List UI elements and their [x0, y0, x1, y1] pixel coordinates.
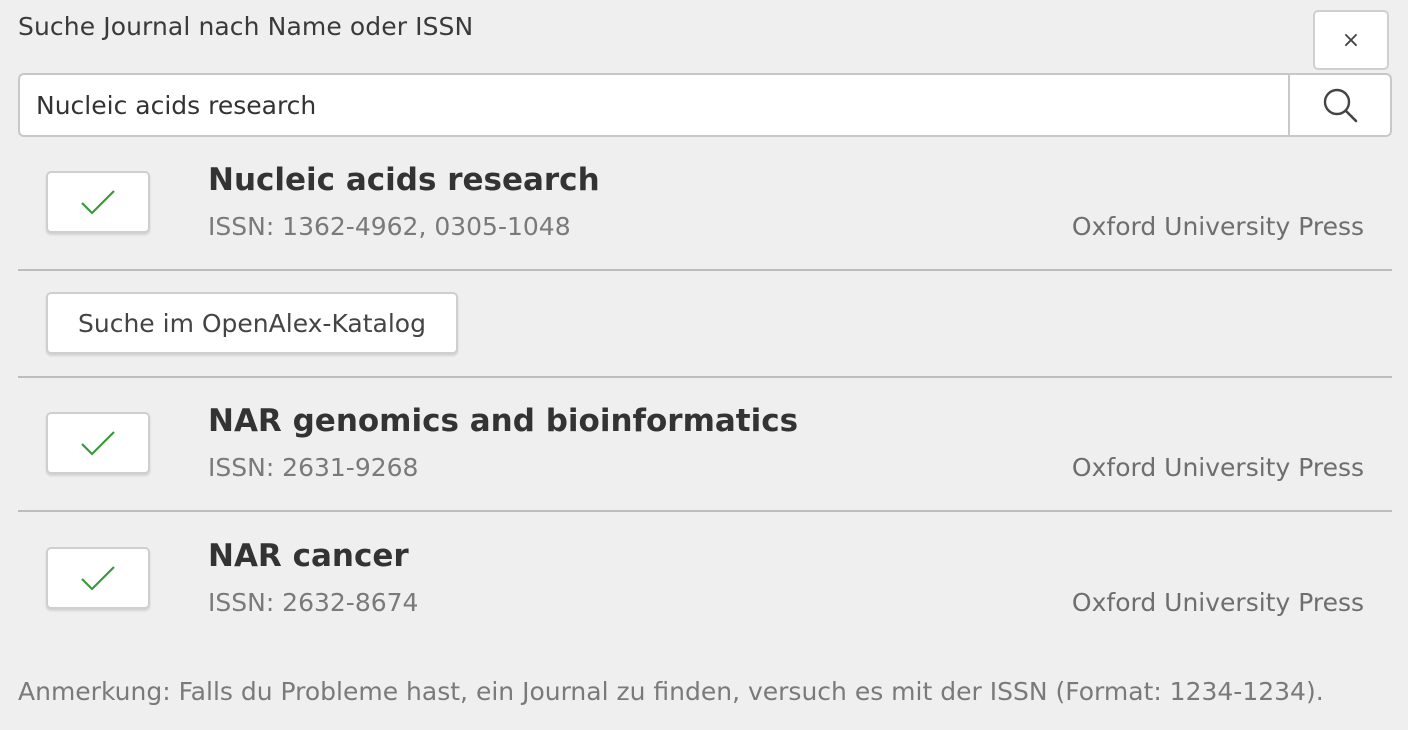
journal-issn: ISSN: 1362-4962, 0305-1048	[208, 212, 571, 241]
journal-issn: ISSN: 2631-9268	[208, 453, 419, 482]
divider	[18, 510, 1392, 512]
search-button[interactable]	[1288, 73, 1392, 137]
select-journal-button[interactable]	[46, 412, 150, 474]
divider	[18, 376, 1392, 378]
journal-publisher: Oxford University Press	[1071, 212, 1364, 241]
search-input[interactable]	[18, 73, 1288, 137]
dialog-title: Suche Journal nach Name oder ISSN	[18, 12, 474, 41]
select-journal-button[interactable]	[46, 547, 150, 609]
journal-name: Nucleic acids research	[208, 162, 600, 198]
journal-publisher: Oxford University Press	[1071, 588, 1364, 617]
journal-issn: ISSN: 2632-8674	[208, 588, 419, 617]
select-journal-button[interactable]	[46, 171, 150, 233]
journal-name: NAR cancer	[208, 538, 409, 574]
help-note: Anmerkung: Falls du Probleme hast, ein J…	[18, 677, 1324, 706]
check-icon	[81, 566, 115, 591]
search-icon	[1323, 88, 1358, 123]
journal-name: NAR genomics and bioinformatics	[208, 403, 799, 439]
journal-search-dialog: Suche Journal nach Name oder ISSN × Nucl…	[0, 0, 1408, 730]
close-icon: ×	[1341, 27, 1361, 53]
check-icon	[81, 431, 115, 456]
divider	[18, 269, 1392, 271]
journal-publisher: Oxford University Press	[1071, 453, 1364, 482]
openalex-search-button[interactable]: Suche im OpenAlex-Katalog	[46, 292, 458, 354]
close-button[interactable]: ×	[1313, 10, 1389, 70]
check-icon	[81, 190, 115, 215]
search-row	[18, 73, 1392, 137]
